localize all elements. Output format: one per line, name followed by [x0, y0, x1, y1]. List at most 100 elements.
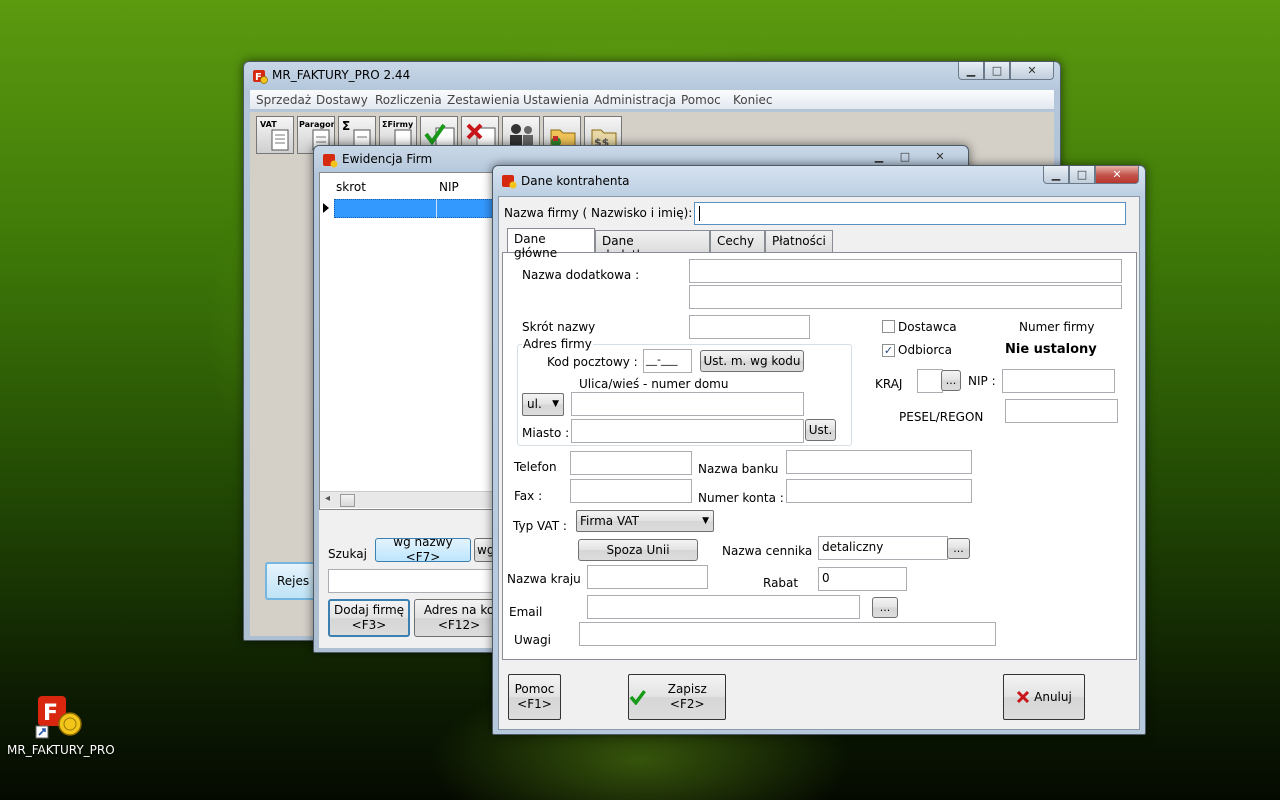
email-label: Email — [509, 605, 543, 619]
menu-item-zestawienia[interactable]: Zestawienia — [447, 93, 520, 107]
recipient-checkbox[interactable]: ✓ — [882, 344, 895, 357]
tab-dane-glowne[interactable]: Dane główne — [507, 228, 595, 260]
email-input[interactable] — [587, 595, 860, 619]
close-icon[interactable]: ✕ — [1010, 62, 1054, 80]
save-button-label: Zapisz <F2> — [667, 682, 707, 711]
nip-input[interactable] — [1002, 369, 1115, 393]
supplier-checkbox[interactable] — [882, 320, 895, 333]
postal-code-input[interactable]: __-___ — [643, 349, 692, 373]
country-name-input[interactable] — [587, 565, 708, 589]
help-button-label: Pomoc <F1> — [514, 682, 555, 711]
pesel-input[interactable] — [1005, 399, 1118, 423]
price-list-input[interactable]: detaliczny — [818, 536, 948, 560]
menu-item-administracja[interactable]: Administracja — [594, 93, 676, 107]
dialog-caption-buttons: ▁ □ ✕ — [1043, 166, 1139, 184]
discount-input[interactable]: 0 — [818, 567, 907, 591]
minimize-icon[interactable]: ▁ — [958, 62, 984, 80]
firms-close-icon[interactable]: ✕ — [918, 147, 962, 165]
country-name-label: Nazwa kraju — [507, 572, 581, 586]
address-button-label: Adres na ko <F12> — [423, 603, 495, 632]
street-input[interactable] — [571, 392, 804, 416]
grid-column-nip[interactable]: NIP — [439, 180, 459, 194]
dialog-title: Dane kontrahenta — [521, 174, 630, 188]
price-list-picker-button[interactable]: ... — [947, 538, 970, 559]
country-input[interactable] — [917, 369, 943, 393]
cancel-button[interactable]: Anuluj — [1003, 674, 1085, 720]
menu-item-sprzedaz[interactable]: Sprzedaż — [256, 93, 311, 107]
dialog-minimize-icon[interactable]: ▁ — [1043, 166, 1069, 184]
grid-column-skrot[interactable]: skrot — [336, 180, 366, 194]
outside-eu-button[interactable]: Spoza Unii — [578, 539, 698, 561]
firms-window-caption-buttons: ▁ □ ✕ — [866, 147, 962, 165]
address-group-label: Adres firmy — [522, 337, 593, 351]
firms-window-logo-icon — [323, 154, 338, 168]
firm-name-label: Nazwa firmy ( Nazwisko i imię): — [504, 206, 693, 220]
desktop-shortcut-label: MR_FAKTURY_PRO — [7, 743, 115, 757]
short-name-input[interactable] — [689, 315, 810, 339]
main-window-title: MR_FAKTURY_PRO 2.44 — [272, 68, 411, 82]
nip-label: NIP : — [968, 374, 996, 388]
add-firm-button[interactable]: Dodaj firmę <F3> — [328, 599, 410, 637]
extra-name-input-1[interactable] — [689, 259, 1122, 283]
menu-item-koniec[interactable]: Koniec — [733, 93, 773, 107]
short-name-label: Skrót nazwy — [522, 320, 596, 334]
price-list-label: Nazwa cennika — [722, 544, 813, 558]
notes-label: Uwagi — [514, 633, 551, 647]
desktop-shortcut[interactable]: F MR_FAKTURY_PRO — [4, 690, 115, 760]
country-picker-button[interactable]: ... — [941, 370, 961, 391]
save-button[interactable]: Zapisz <F2> — [628, 674, 726, 720]
maximize-icon[interactable]: □ — [984, 62, 1010, 80]
firms-maximize-icon[interactable]: □ — [892, 147, 918, 165]
recipient-label: Odbiorca — [898, 343, 952, 357]
notes-input[interactable] — [579, 622, 996, 646]
bank-label: Nazwa banku — [698, 462, 779, 476]
grid-header: skrot NIP — [320, 173, 500, 195]
help-button[interactable]: Pomoc <F1> — [508, 674, 561, 720]
dialog-maximize-icon[interactable]: □ — [1069, 166, 1095, 184]
scroll-thumb[interactable] — [340, 494, 355, 507]
svg-text:F: F — [43, 701, 58, 726]
scroll-left-icon[interactable]: ◂ — [325, 493, 330, 504]
add-firm-button-label: Dodaj firmę <F3> — [333, 603, 405, 632]
menu-item-dostawy[interactable]: Dostawy — [316, 93, 368, 107]
city-lookup-button[interactable]: Ust. — [805, 419, 836, 441]
table-row[interactable] — [334, 199, 500, 218]
phone-label: Telefon — [514, 460, 557, 474]
tab-strip: Dane główne Dane dodatkowe Cechy Płatnoś… — [507, 228, 1127, 262]
bank-input[interactable] — [786, 450, 972, 474]
city-label: Miasto : — [522, 426, 570, 440]
search-by-name-button[interactable]: wg nazwy <F7> — [375, 535, 471, 564]
firms-window-title: Ewidencja Firm — [342, 152, 433, 166]
tab-platnosci[interactable]: Płatności — [765, 230, 833, 252]
street-prefix-select[interactable]: ul. ▼ — [522, 393, 564, 416]
menu-item-rozliczenia[interactable]: Rozliczenia — [375, 93, 442, 107]
phone-input[interactable] — [570, 451, 692, 475]
firm-number-label: Numer firmy — [1019, 320, 1095, 334]
dialog-close-icon[interactable]: ✕ — [1095, 166, 1139, 184]
account-input[interactable] — [786, 479, 972, 503]
supplier-label: Dostawca — [898, 320, 957, 334]
toolbar-vat-button[interactable]: VAT — [256, 116, 294, 154]
fax-input[interactable] — [570, 479, 692, 503]
menu-item-pomoc[interactable]: Pomoc — [681, 93, 721, 107]
firm-name-input[interactable] — [694, 202, 1126, 225]
grid-horizontal-scrollbar[interactable]: ◂ — [320, 491, 498, 508]
street-prefix-value: ul. — [527, 397, 542, 411]
email-picker-button[interactable]: ... — [872, 597, 898, 618]
extra-name-input-2[interactable] — [689, 285, 1122, 309]
chevron-down-icon: ▼ — [552, 399, 559, 409]
tab-cechy[interactable]: Cechy — [710, 230, 765, 252]
vat-type-select[interactable]: Firma VAT ▼ — [576, 510, 714, 532]
sum-documents-icon: Σ — [342, 119, 351, 133]
vat-type-label: Typ VAT : — [513, 519, 567, 533]
address-button[interactable]: Adres na ko <F12> — [414, 599, 504, 637]
firms-minimize-icon[interactable]: ▁ — [866, 147, 892, 165]
app-logo-icon: F — [253, 70, 268, 84]
contractor-dialog: Dane kontrahenta ▁ □ ✕ Nazwa firmy ( Naz… — [492, 165, 1146, 735]
search-input[interactable] — [328, 569, 508, 593]
tab-dane-dodatkowe[interactable]: Dane dodatkowe — [595, 230, 710, 262]
grid-row-indicator-icon — [323, 203, 329, 213]
city-input[interactable] — [571, 419, 804, 443]
postal-lookup-button[interactable]: Ust. m. wg kodu — [700, 350, 804, 372]
menu-item-ustawienia[interactable]: Ustawienia — [523, 93, 589, 107]
